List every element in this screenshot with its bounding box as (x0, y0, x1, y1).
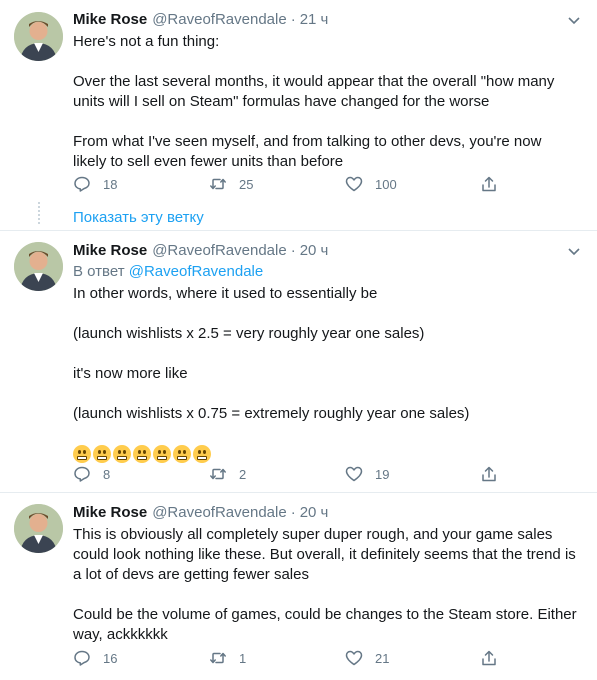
tweet-paragraph: Could be the volume of games, could be c… (73, 606, 577, 643)
chevron-down-icon[interactable] (567, 244, 581, 258)
grimacing-face-emoji (133, 445, 151, 463)
tweet-paragraph: In other words, where it used to essenti… (73, 285, 378, 302)
tweet-paragraph: it's now more like (73, 365, 188, 382)
tweet-header: Mike Rose @RaveofRavendale · 21 ч (73, 10, 328, 30)
avatar[interactable] (14, 242, 63, 291)
share-icon (482, 466, 496, 482)
timestamp[interactable]: 20 ч (300, 504, 329, 521)
timestamp[interactable]: 21 ч (300, 11, 329, 28)
retweet-button[interactable]: 1 (209, 647, 246, 669)
retweet-count: 1 (239, 650, 247, 666)
like-button[interactable]: 19 (345, 463, 389, 485)
like-icon (345, 176, 363, 192)
grimacing-face-emoji (93, 445, 111, 463)
reply-icon (74, 466, 90, 482)
tweet-paragraph: This is obviously all completely super d… (73, 526, 576, 583)
share-button[interactable] (480, 463, 498, 485)
retweet-button[interactable]: 2 (209, 463, 246, 485)
reply-count: 8 (103, 466, 111, 482)
author-name[interactable]: Mike Rose (73, 11, 147, 28)
share-icon (482, 650, 496, 666)
tweet-1[interactable]: Mike Rose @RaveofRavendale · 21 ч Here's no… (0, 0, 597, 230)
tweet-paragraph: (launch wishlists x 2.5 = very roughly y… (73, 325, 425, 342)
show-thread-link[interactable]: Показать эту ветку (73, 208, 204, 228)
tweet-header: Mike Rose @RaveofRavendale · 20 ч (73, 503, 328, 523)
reply-count: 16 (103, 650, 118, 666)
like-count: 100 (375, 176, 397, 192)
tweet-actions: 8 2 19 (73, 463, 533, 485)
tweet-text: This is obviously all completely super d… (73, 525, 578, 645)
tweet-actions: 18 25 100 (73, 173, 533, 195)
share-button[interactable] (480, 173, 498, 195)
tweet-text: Here's not a fun thing: Over the last se… (73, 32, 578, 172)
reply-button[interactable]: 18 (73, 173, 117, 195)
like-button[interactable]: 100 (345, 173, 397, 195)
reply-button[interactable]: 8 (73, 463, 110, 485)
share-button[interactable] (480, 647, 498, 669)
author-name[interactable]: Mike Rose (73, 242, 147, 259)
tweet-paragraph: (launch wishlists x 0.75 = extremely rou… (73, 405, 470, 422)
author-handle[interactable]: @RaveofRavendale (152, 11, 286, 28)
tweet-2[interactable]: Mike Rose @RaveofRavendale · 20 ч В ответ @… (0, 231, 597, 492)
separator: · (290, 242, 296, 259)
chevron-down-icon[interactable] (567, 13, 581, 27)
retweet-button[interactable]: 25 (209, 173, 253, 195)
retweet-icon (210, 468, 226, 480)
avatar[interactable] (14, 12, 63, 61)
tweet-actions: 16 1 21 (73, 647, 533, 669)
like-icon (345, 650, 363, 666)
author-handle[interactable]: @RaveofRavendale (152, 504, 286, 521)
reply-prefix: В ответ (73, 263, 129, 280)
tweet-paragraph: From what I've seen myself, and from tal… (73, 133, 542, 170)
separator: · (290, 504, 296, 521)
tweet-text: In other words, where it used to essenti… (73, 284, 578, 466)
author-name[interactable]: Mike Rose (73, 504, 147, 521)
like-icon (345, 466, 363, 482)
reply-button[interactable]: 16 (73, 647, 117, 669)
grimacing-face-emoji (193, 445, 211, 463)
timestamp[interactable]: 20 ч (300, 242, 329, 259)
retweet-count: 25 (239, 176, 254, 192)
grimacing-face-emoji (173, 445, 191, 463)
share-icon (482, 176, 496, 192)
reply-count: 18 (103, 176, 118, 192)
reply-icon (74, 176, 90, 192)
avatar[interactable] (14, 504, 63, 553)
tweet-3[interactable]: Mike Rose @RaveofRavendale · 20 ч This is o… (0, 493, 597, 680)
like-count: 21 (375, 650, 390, 666)
reply-mention-link[interactable]: @RaveofRavendale (129, 263, 263, 280)
reply-context: В ответ @RaveofRavendale (73, 262, 263, 282)
author-handle[interactable]: @RaveofRavendale (152, 242, 286, 259)
retweet-icon (210, 652, 226, 664)
retweet-count: 2 (239, 466, 247, 482)
grimacing-face-emoji (113, 445, 131, 463)
tweet-paragraph: Here's not a fun thing: (73, 33, 220, 50)
reply-icon (74, 650, 90, 666)
grimacing-face-emoji (153, 445, 171, 463)
like-count: 19 (375, 466, 390, 482)
tweet-paragraph: Over the last several months, it would a… (73, 73, 555, 110)
like-button[interactable]: 21 (345, 647, 389, 669)
thread-connector (38, 202, 40, 226)
tweet-header: Mike Rose @RaveofRavendale · 20 ч (73, 241, 328, 261)
separator: · (290, 11, 296, 28)
grimacing-face-emoji (73, 445, 91, 463)
retweet-icon (210, 178, 226, 190)
